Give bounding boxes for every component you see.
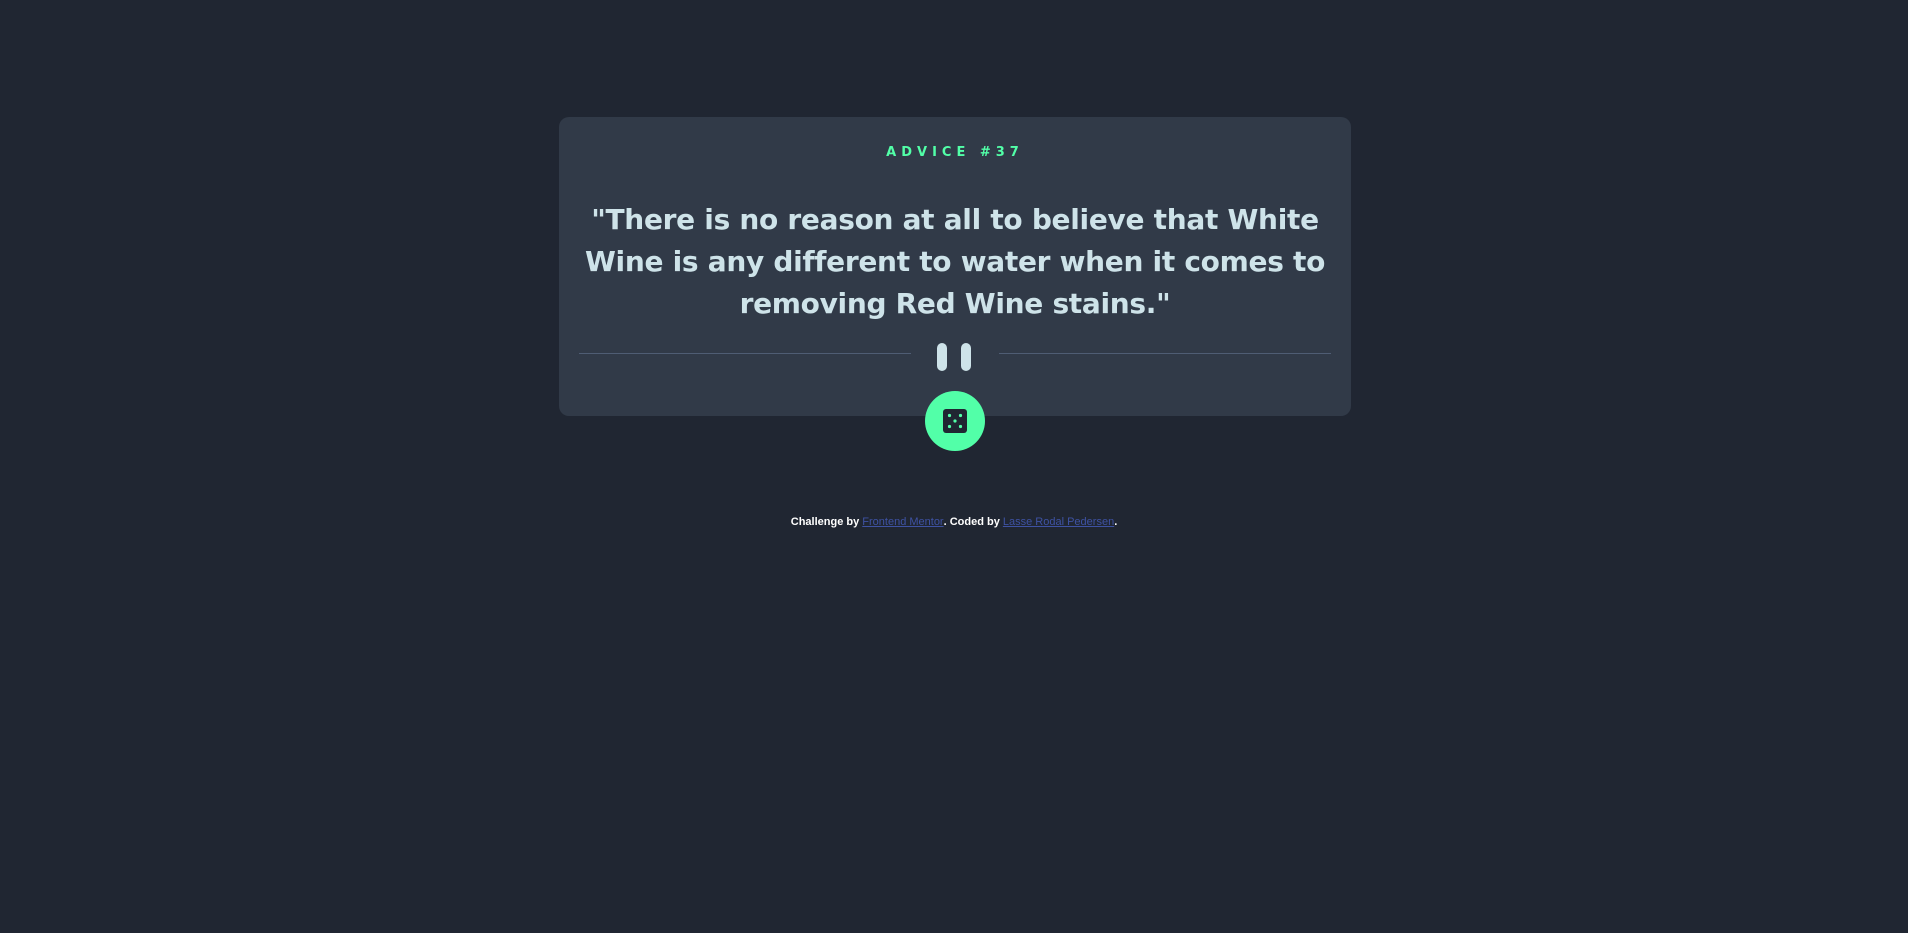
divider-line-left [579, 353, 911, 354]
footer-suffix: . [1114, 516, 1118, 528]
dice-icon [943, 409, 967, 433]
divider-line-right [999, 353, 1331, 354]
footer-middle: . Coded by [943, 516, 1003, 528]
pause-icon [937, 343, 977, 371]
author-link[interactable]: Lasse Rodal Pedersen [1003, 516, 1114, 528]
new-advice-button[interactable] [925, 391, 985, 451]
attribution-footer: Challenge by Frontend Mentor. Coded by L… [0, 516, 1908, 528]
frontend-mentor-link[interactable]: Frontend Mentor [862, 516, 943, 528]
advice-card: ADVICE #37 "There is no reason at all to… [559, 117, 1351, 416]
advice-id-label: ADVICE #37 [886, 145, 1024, 160]
pattern-divider [579, 343, 1331, 371]
advice-quote: "There is no reason at all to believe th… [584, 203, 1326, 320]
footer-prefix: Challenge by [790, 516, 863, 528]
